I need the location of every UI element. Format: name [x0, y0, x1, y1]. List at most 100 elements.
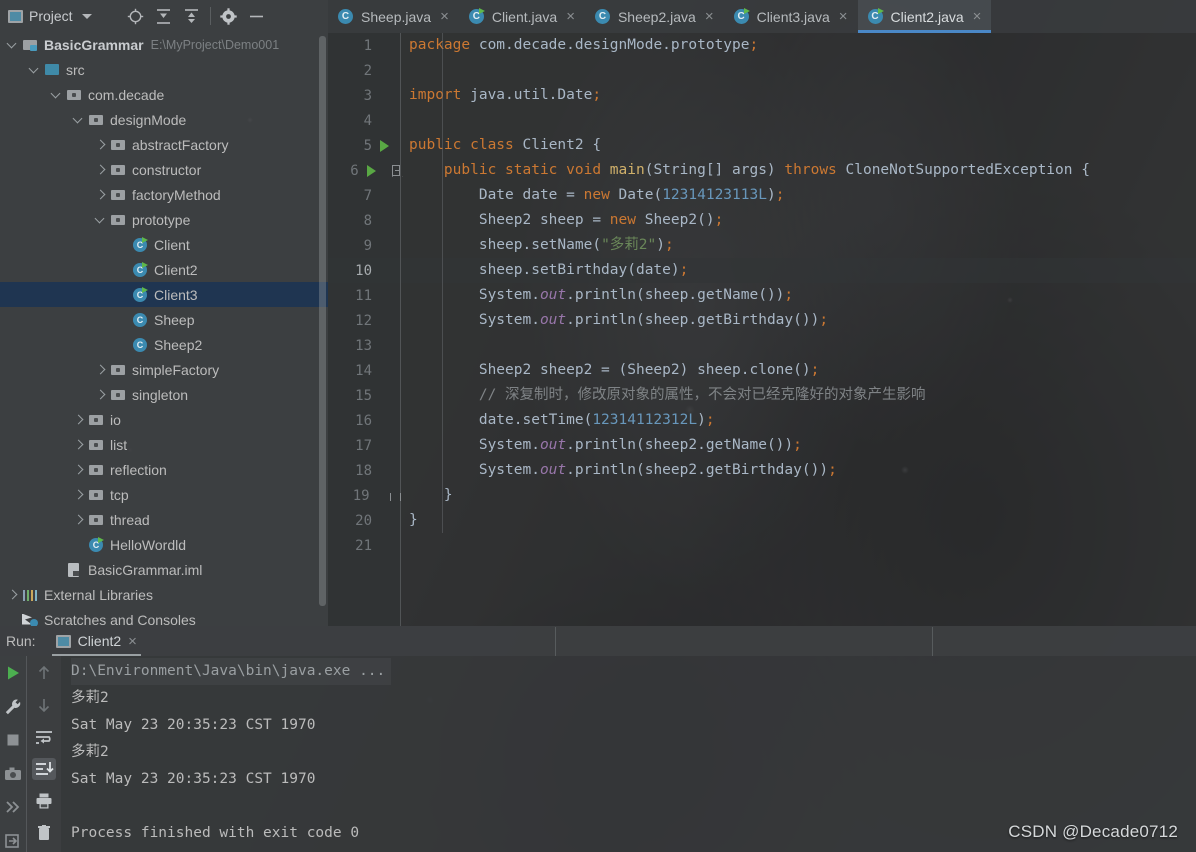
- tree-node-client3[interactable]: Client3: [0, 282, 328, 307]
- gutter-line[interactable]: 18: [328, 458, 400, 483]
- gutter-line[interactable]: 16: [328, 408, 400, 433]
- tree-node-tcp[interactable]: tcp: [0, 482, 328, 507]
- run-tab-client2[interactable]: Client2 ×: [46, 626, 147, 656]
- chevron-down-icon[interactable]: [28, 63, 42, 77]
- tree-node-client2[interactable]: Client2: [0, 257, 328, 282]
- tree-node-abstractfactory[interactable]: abstractFactory: [0, 132, 328, 157]
- code-line[interactable]: import java.util.Date;: [401, 83, 1196, 108]
- gutter-line[interactable]: 20: [328, 508, 400, 533]
- gutter-line[interactable]: 7: [328, 183, 400, 208]
- code-line[interactable]: public class Client2 {: [401, 133, 1196, 158]
- code-text-area[interactable]: package com.decade.designMode.prototype;…: [401, 33, 1196, 626]
- code-line[interactable]: // 深复制时，修改原对象的属性，不会对已经克隆好的对象产生影响: [401, 383, 1196, 408]
- code-line[interactable]: date.setTime(12314112312L);: [401, 408, 1196, 433]
- scroll-to-end-icon[interactable]: [32, 758, 56, 780]
- gutter-line[interactable]: 10: [328, 258, 400, 283]
- code-line[interactable]: [401, 333, 1196, 358]
- tree-node-sheep2[interactable]: Sheep2: [0, 332, 328, 357]
- editor-tab-client3[interactable]: Client3.java ×: [724, 0, 858, 33]
- project-tree-scrollbar[interactable]: [319, 36, 326, 606]
- gutter-line[interactable]: 21: [328, 533, 400, 558]
- chevron-right-icon[interactable]: [94, 363, 108, 377]
- up-arrow-icon[interactable]: [32, 662, 56, 684]
- tree-node-src[interactable]: src: [0, 57, 328, 82]
- editor-tab-sheep[interactable]: Sheep.java ×: [328, 0, 459, 33]
- tree-node-thread[interactable]: thread: [0, 507, 328, 532]
- gutter-line[interactable]: 17: [328, 433, 400, 458]
- minimize-icon[interactable]: [243, 3, 271, 29]
- gutter-line[interactable]: 9: [328, 233, 400, 258]
- tree-node-list[interactable]: list: [0, 432, 328, 457]
- editor-tab-client[interactable]: Client.java ×: [459, 0, 585, 33]
- camera-icon[interactable]: [1, 763, 25, 785]
- close-icon[interactable]: ×: [566, 8, 575, 25]
- expand-all-icon[interactable]: [150, 3, 178, 29]
- soft-wrap-icon[interactable]: [32, 726, 56, 748]
- chevron-down-icon[interactable]: [72, 113, 86, 127]
- run-gutter-icon[interactable]: [380, 139, 389, 152]
- code-line[interactable]: System.out.println(sheep.getName());: [401, 283, 1196, 308]
- chevron-right-icon[interactable]: [94, 188, 108, 202]
- locate-icon[interactable]: [122, 3, 150, 29]
- gutter-line[interactable]: 1: [328, 33, 400, 58]
- close-icon[interactable]: ×: [705, 8, 714, 25]
- tree-node-sheep[interactable]: Sheep: [0, 307, 328, 332]
- export-icon[interactable]: [1, 830, 25, 852]
- gutter-line[interactable]: 4: [328, 108, 400, 133]
- code-line[interactable]: Date date = new Date(12314123113L);: [401, 183, 1196, 208]
- tree-node-prototype[interactable]: prototype: [0, 207, 328, 232]
- tree-node-hellowordld[interactable]: HelloWordld: [0, 532, 328, 557]
- gutter-line[interactable]: 2: [328, 58, 400, 83]
- code-line[interactable]: sheep.setBirthday(date);: [401, 258, 1196, 283]
- stop-icon[interactable]: [1, 729, 25, 751]
- close-icon[interactable]: ×: [128, 633, 137, 650]
- tree-node-factorymethod[interactable]: factoryMethod: [0, 182, 328, 207]
- rerun-run-icon[interactable]: [1, 662, 25, 684]
- gutter-line[interactable]: 8: [328, 208, 400, 233]
- editor-tab-client2[interactable]: Client2.java ×: [857, 0, 992, 33]
- editor-gutter[interactable]: 1 2 3 4 5 6 7 8 9 10 11 12 13 14 15 16 17 18 19 20 21: [328, 33, 402, 626]
- tree-node-singleton[interactable]: singleton: [0, 382, 328, 407]
- chevron-right-icon[interactable]: [72, 488, 86, 502]
- chevron-right-icon[interactable]: [94, 163, 108, 177]
- tree-node-io[interactable]: io: [0, 407, 328, 432]
- tree-node-external-libraries[interactable]: External Libraries: [0, 582, 328, 607]
- chevron-down-icon[interactable]: [6, 38, 20, 52]
- project-title-button[interactable]: Project: [8, 8, 92, 24]
- fold-collapse-icon[interactable]: [391, 165, 400, 176]
- tree-node-simplefactory[interactable]: simpleFactory: [0, 357, 328, 382]
- code-line[interactable]: Sheep2 sheep = new Sheep2();: [401, 208, 1196, 233]
- gutter-line[interactable]: 6: [328, 158, 400, 183]
- gutter-line[interactable]: 3: [328, 83, 400, 108]
- code-line[interactable]: System.out.println(sheep2.getBirthday())…: [401, 458, 1196, 483]
- gear-icon[interactable]: [215, 3, 243, 29]
- tree-node-constructor[interactable]: constructor: [0, 157, 328, 182]
- code-editor[interactable]: 1 2 3 4 5 6 7 8 9 10 11 12 13 14 15 16 17 18 19 20 21 packag…: [328, 33, 1196, 626]
- editor-tab-sheep2[interactable]: Sheep2.java ×: [585, 0, 724, 33]
- tree-node-basicgrammar-iml[interactable]: BasicGrammar.iml: [0, 557, 328, 582]
- chevron-right-icon[interactable]: [94, 388, 108, 402]
- tree-node-designmode[interactable]: designMode: [0, 107, 328, 132]
- fold-region-end-icon[interactable]: [389, 489, 402, 502]
- code-line[interactable]: sheep.setName("多莉2");: [401, 233, 1196, 258]
- gutter-line[interactable]: 15: [328, 383, 400, 408]
- gutter-line[interactable]: 5: [328, 133, 400, 158]
- close-icon[interactable]: ×: [839, 8, 848, 25]
- chevron-down-icon[interactable]: [81, 13, 92, 19]
- tree-node-scratches-and-consoles[interactable]: Scratches and Consoles: [0, 607, 328, 626]
- gutter-line[interactable]: 14: [328, 358, 400, 383]
- code-line[interactable]: [401, 108, 1196, 133]
- chevron-right-icon[interactable]: [72, 438, 86, 452]
- close-icon[interactable]: ×: [973, 8, 982, 25]
- print-icon[interactable]: [32, 790, 56, 812]
- gutter-line[interactable]: 12: [328, 308, 400, 333]
- chevron-right-icon[interactable]: [72, 413, 86, 427]
- gutter-line[interactable]: 13: [328, 333, 400, 358]
- gutter-line[interactable]: 19: [328, 483, 402, 508]
- project-tree[interactable]: BasicGrammar E:\MyProject\Demo001 src com.d…: [0, 32, 328, 626]
- code-line[interactable]: Sheep2 sheep2 = (Sheep2) sheep.clone();: [401, 358, 1196, 383]
- code-line[interactable]: }: [401, 508, 1196, 533]
- down-arrow-icon[interactable]: [32, 694, 56, 716]
- trash-icon[interactable]: [32, 822, 56, 844]
- gutter-line[interactable]: 11: [328, 283, 400, 308]
